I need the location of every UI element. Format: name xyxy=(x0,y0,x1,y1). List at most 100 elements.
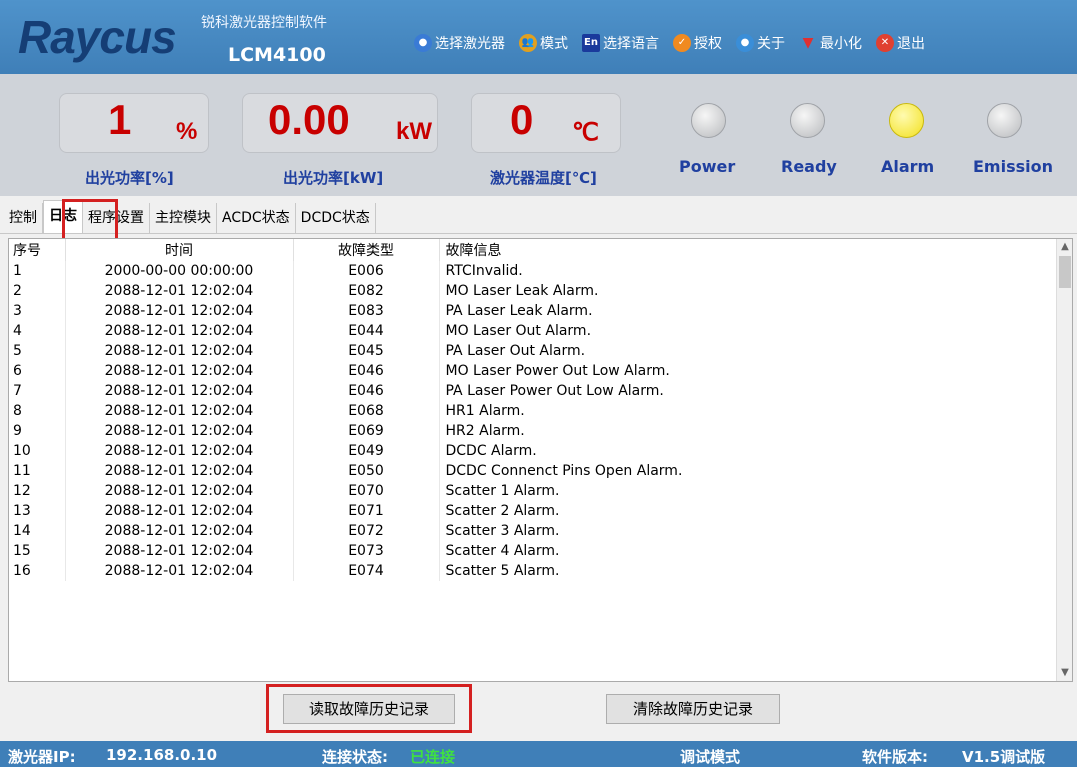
emission-led-label: Emission xyxy=(973,157,1053,176)
tab-main-control[interactable]: 主控模块 xyxy=(150,203,217,233)
table-row[interactable]: 9 2088-12-01 12:02:04 E069 HR2 Alarm. xyxy=(9,421,1060,441)
cell-fault-type: E046 xyxy=(293,361,440,381)
table-body: 1 2000-00-00 00:00:00 E006 RTCInvalid. 2 2088… xyxy=(9,261,1060,581)
raycus-logo: Raycus xyxy=(18,11,177,63)
cell-fault-info: Scatter 1 Alarm. xyxy=(439,481,1060,501)
table-row[interactable]: 4 2088-12-01 12:02:04 E044 MO Laser Out Ala… xyxy=(9,321,1060,341)
mode-indicator: 调试模式 xyxy=(680,748,741,766)
scroll-up-icon[interactable]: ▲ xyxy=(1057,239,1072,255)
power-kw-value: 0.00 xyxy=(268,96,350,143)
cell-time: 2088-12-01 12:02:04 xyxy=(65,541,294,561)
temperature-value: 0 xyxy=(510,96,534,143)
connection-status: 已连接 xyxy=(410,748,456,766)
cell-fault-type: E049 xyxy=(293,441,440,461)
tab-dcdc-status[interactable]: DCDC状态 xyxy=(296,203,376,233)
tab-bar: 控制 日志 程序设置 主控模块 ACDC状态 DCDC状态 xyxy=(0,196,1077,234)
cell-fault-type: E073 xyxy=(293,541,440,561)
scroll-down-icon[interactable]: ▼ xyxy=(1057,665,1072,681)
cell-fault-type: E046 xyxy=(293,381,440,401)
alarm-led xyxy=(889,103,924,138)
cell-number: 1 xyxy=(9,261,66,281)
table-row[interactable]: 1 2000-00-00 00:00:00 E006 RTCInvalid. xyxy=(9,261,1060,281)
cell-fault-info: HR2 Alarm. xyxy=(439,421,1060,441)
cell-fault-info: Scatter 5 Alarm. xyxy=(439,561,1060,581)
column-header-fault-info[interactable]: 故障信息 xyxy=(439,239,1060,261)
menu-exit[interactable]: ✕ 退出 xyxy=(876,33,925,53)
menu-minimize[interactable]: ▼ 最小化 xyxy=(799,33,862,53)
cell-fault-info: MO Laser Out Alarm. xyxy=(439,321,1060,341)
table-row[interactable]: 3 2088-12-01 12:02:04 E083 PA Laser Leak Al… xyxy=(9,301,1060,321)
column-header-time[interactable]: 时间 xyxy=(65,239,294,261)
cell-fault-type: E050 xyxy=(293,461,440,481)
power-kw-label: 出光功率[kW] xyxy=(283,169,384,187)
cell-fault-info: Scatter 4 Alarm. xyxy=(439,541,1060,561)
cell-time: 2088-12-01 12:02:04 xyxy=(65,341,294,361)
ready-led-label: Ready xyxy=(781,157,837,176)
power-led xyxy=(691,103,726,138)
cell-number: 3 xyxy=(9,301,66,321)
title-bar: Raycus 锐科激光器控制软件 LCM4100 ● 选择激光器 👥 模式 En… xyxy=(0,0,1077,74)
cell-time: 2000-00-00 00:00:00 xyxy=(65,261,294,281)
cell-fault-type: E068 xyxy=(293,401,440,421)
table-row[interactable]: 11 2088-12-01 12:02:04 E050 DCDC Connenct P… xyxy=(9,461,1060,481)
language-icon: En xyxy=(582,34,600,52)
cell-fault-info: MO Laser Power Out Low Alarm. xyxy=(439,361,1060,381)
cell-time: 2088-12-01 12:02:04 xyxy=(65,481,294,501)
cell-fault-info: DCDC Alarm. xyxy=(439,441,1060,461)
tab-acdc-status[interactable]: ACDC状态 xyxy=(217,203,296,233)
cell-fault-info: PA Laser Power Out Low Alarm. xyxy=(439,381,1060,401)
menu-label: 选择语言 xyxy=(603,36,659,52)
cell-fault-info: HR1 Alarm. xyxy=(439,401,1060,421)
column-header-number[interactable]: 序号 xyxy=(9,239,66,261)
cell-fault-type: E070 xyxy=(293,481,440,501)
power-percent-label: 出光功率[%] xyxy=(85,169,174,187)
tab-control[interactable]: 控制 xyxy=(4,203,43,233)
cell-time: 2088-12-01 12:02:04 xyxy=(65,381,294,401)
table-row[interactable]: 6 2088-12-01 12:02:04 E046 MO Laser Power O… xyxy=(9,361,1060,381)
vertical-scrollbar[interactable]: ▲ ▼ xyxy=(1056,239,1072,681)
menu-select-laser[interactable]: ● 选择激光器 xyxy=(414,33,505,53)
menu-language[interactable]: En 选择语言 xyxy=(582,33,659,53)
table-row[interactable]: 5 2088-12-01 12:02:04 E045 PA Laser Out Ala… xyxy=(9,341,1060,361)
menu-label: 模式 xyxy=(540,36,568,52)
menu-label: 授权 xyxy=(694,36,722,52)
cell-time: 2088-12-01 12:02:04 xyxy=(65,281,294,301)
cell-number: 7 xyxy=(9,381,66,401)
table-row[interactable]: 13 2088-12-01 12:02:04 E071 Scatter 2 Alarm… xyxy=(9,501,1060,521)
cell-time: 2088-12-01 12:02:04 xyxy=(65,501,294,521)
menu-authorize[interactable]: ✓ 授权 xyxy=(673,33,722,53)
cell-fault-info: MO Laser Leak Alarm. xyxy=(439,281,1060,301)
table-row[interactable]: 14 2088-12-01 12:02:04 E072 Scatter 3 Alarm… xyxy=(9,521,1060,541)
table-row[interactable]: 16 2088-12-01 12:02:04 E074 Scatter 5 Alarm… xyxy=(9,561,1060,581)
table-row[interactable]: 10 2088-12-01 12:02:04 E049 DCDC Alarm. xyxy=(9,441,1060,461)
power-kw-unit: kW xyxy=(396,118,432,145)
menu-about[interactable]: ● 关于 xyxy=(736,33,785,53)
cell-fault-type: E071 xyxy=(293,501,440,521)
cell-fault-info: PA Laser Leak Alarm. xyxy=(439,301,1060,321)
menu-mode[interactable]: 👥 模式 xyxy=(519,33,568,53)
temperature-readout: 0 ℃ xyxy=(471,93,621,153)
cell-number: 15 xyxy=(9,541,66,561)
app-subtitle: 锐科激光器控制软件 xyxy=(201,15,327,31)
temperature-label: 激光器温度[℃] xyxy=(490,169,597,187)
cell-time: 2088-12-01 12:02:04 xyxy=(65,361,294,381)
cell-number: 5 xyxy=(9,341,66,361)
cell-fault-info: Scatter 2 Alarm. xyxy=(439,501,1060,521)
clear-fault-history-button[interactable]: 清除故障历史记录 xyxy=(606,694,780,724)
table-row[interactable]: 7 2088-12-01 12:02:04 E046 PA Laser Power O… xyxy=(9,381,1060,401)
cell-number: 10 xyxy=(9,441,66,461)
cell-time: 2088-12-01 12:02:04 xyxy=(65,401,294,421)
button-highlight-box xyxy=(266,684,472,733)
cell-number: 12 xyxy=(9,481,66,501)
fault-log-table[interactable]: 序号 时间 故障类型 故障信息 1 2000-00-00 00:00:00 E006… xyxy=(8,238,1073,682)
cell-fault-info: DCDC Connenct Pins Open Alarm. xyxy=(439,461,1060,481)
menu-label: 退出 xyxy=(897,36,925,52)
cell-fault-info: PA Laser Out Alarm. xyxy=(439,341,1060,361)
column-header-fault-type[interactable]: 故障类型 xyxy=(293,239,440,261)
table-row[interactable]: 15 2088-12-01 12:02:04 E073 Scatter 4 Alarm… xyxy=(9,541,1060,561)
cell-fault-info: RTCInvalid. xyxy=(439,261,1060,281)
table-row[interactable]: 2 2088-12-01 12:02:04 E082 MO Laser Leak Al… xyxy=(9,281,1060,301)
table-row[interactable]: 8 2088-12-01 12:02:04 E068 HR1 Alarm. xyxy=(9,401,1060,421)
table-row[interactable]: 12 2088-12-01 12:02:04 E070 Scatter 1 Alarm… xyxy=(9,481,1060,501)
scroll-thumb[interactable] xyxy=(1059,256,1071,288)
